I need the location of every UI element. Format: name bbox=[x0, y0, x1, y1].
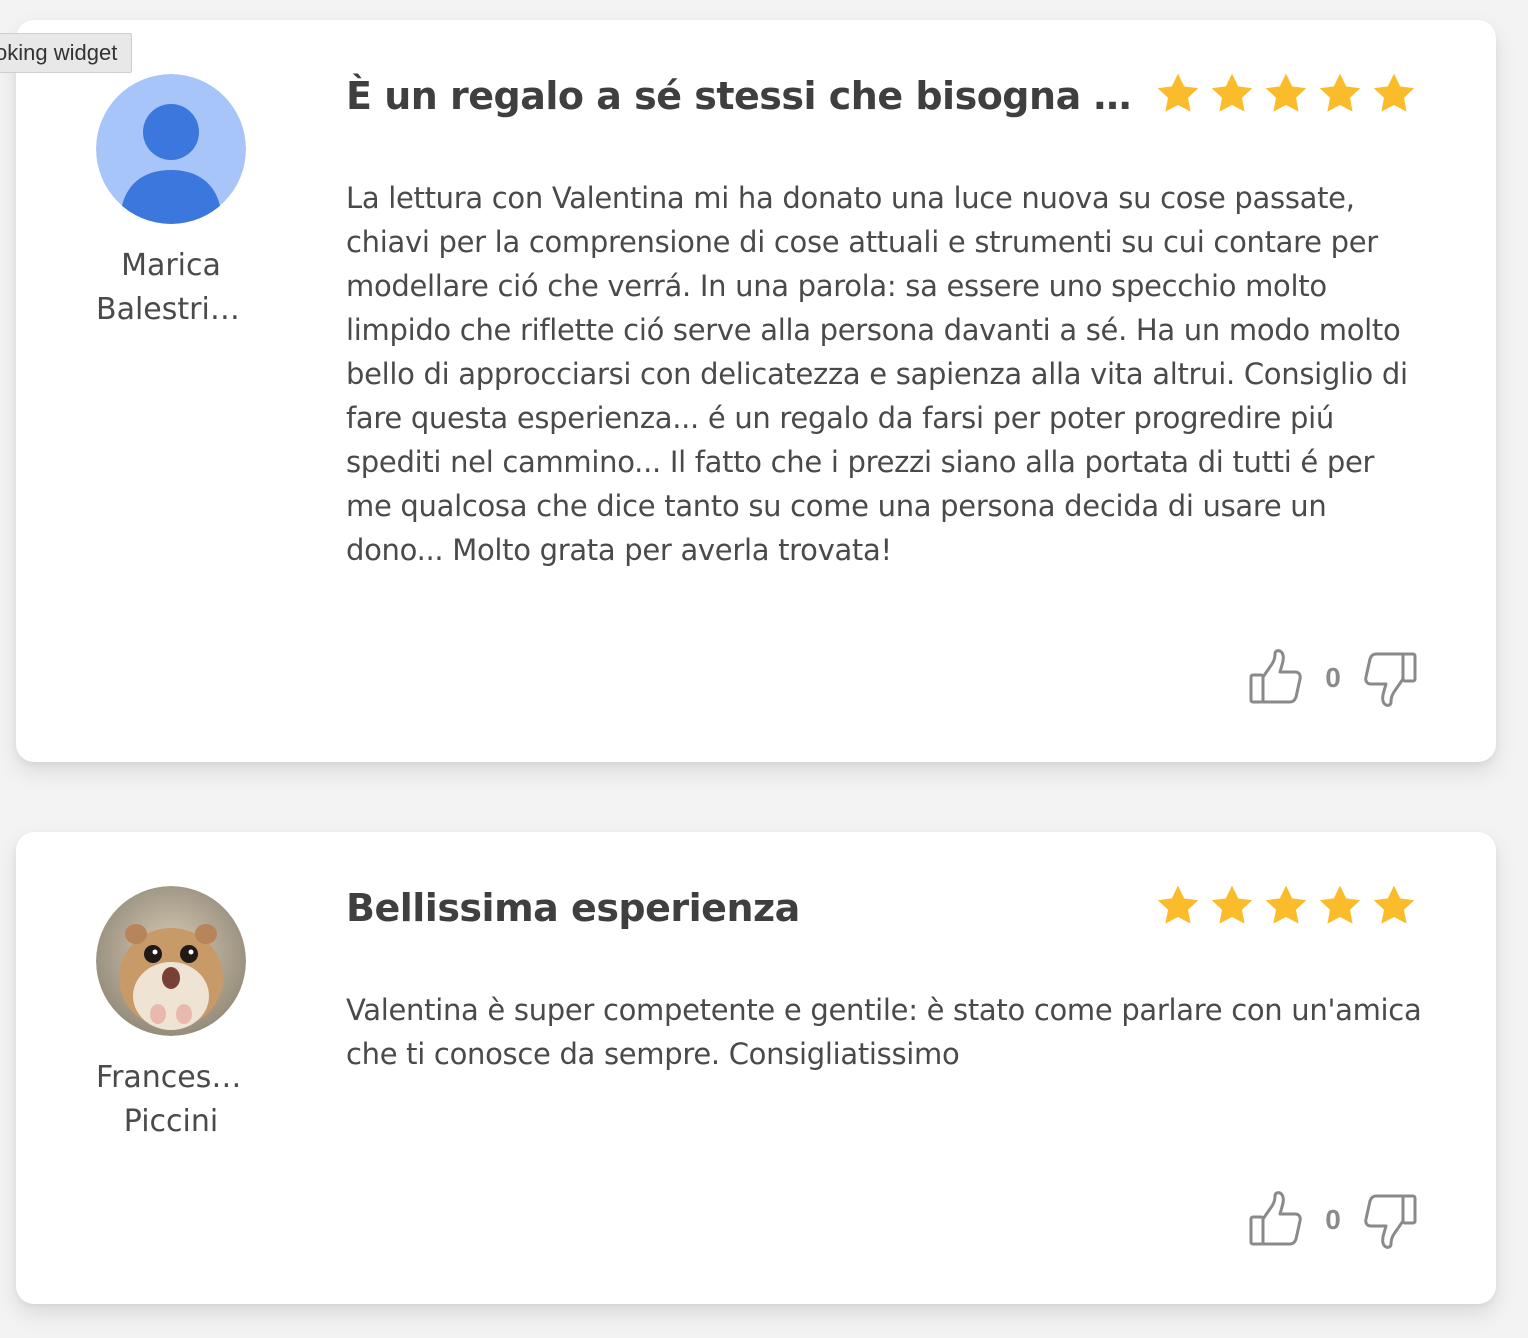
star-icon bbox=[1262, 70, 1310, 118]
thumbs-up-icon[interactable] bbox=[1248, 648, 1304, 708]
review-author: Marica Balestrieri bbox=[96, 74, 246, 332]
avatar bbox=[96, 886, 246, 1036]
author-first-name: Francesc... bbox=[96, 1060, 246, 1095]
star-rating bbox=[1154, 882, 1418, 930]
review-card: Marica Balestrieri È un regalo a sé stes… bbox=[16, 20, 1496, 762]
review-author: Francesc... Piccini bbox=[96, 886, 246, 1144]
star-icon bbox=[1316, 70, 1364, 118]
person-icon bbox=[96, 74, 246, 224]
hamster-avatar-icon bbox=[96, 886, 246, 1036]
review-card: Francesc... Piccini Bellissima esperienz… bbox=[16, 832, 1496, 1304]
vote-controls: 0 bbox=[1248, 648, 1418, 708]
star-icon bbox=[1154, 882, 1202, 930]
thumbs-down-icon[interactable] bbox=[1362, 648, 1418, 708]
tooltip-text: oking widget bbox=[0, 40, 118, 65]
author-last-name: Balestrieri bbox=[96, 292, 246, 327]
star-icon bbox=[1370, 882, 1418, 930]
vote-count: 0 bbox=[1325, 1204, 1341, 1235]
star-icon bbox=[1370, 70, 1418, 118]
review-body: La lettura con Valentina mi ha donato un… bbox=[346, 181, 1408, 567]
author-name: Francesc... Piccini bbox=[96, 1056, 246, 1144]
author-name: Marica Balestrieri bbox=[96, 244, 246, 332]
star-icon bbox=[1316, 882, 1364, 930]
author-first-name: Marica bbox=[121, 248, 221, 283]
thumbs-down-icon[interactable] bbox=[1362, 1190, 1418, 1250]
review-title: Bellissima esperienza bbox=[346, 886, 800, 930]
avatar bbox=[96, 74, 246, 224]
star-rating bbox=[1154, 70, 1418, 118]
star-icon bbox=[1208, 882, 1256, 930]
star-icon bbox=[1208, 70, 1256, 118]
vote-controls: 0 bbox=[1248, 1190, 1418, 1250]
author-last-name: Piccini bbox=[123, 1104, 219, 1139]
tooltip: oking widget bbox=[0, 33, 133, 73]
thumbs-up-icon[interactable] bbox=[1248, 1190, 1304, 1250]
star-icon bbox=[1262, 882, 1310, 930]
vote-count: 0 bbox=[1325, 662, 1341, 693]
review-body: Valentina è super competente e gentile: … bbox=[346, 993, 1422, 1071]
star-icon bbox=[1154, 70, 1202, 118]
review-title: È un regalo a sé stessi che bisogna fars… bbox=[346, 74, 1136, 118]
reviews-page: oking widget Marica Balestrieri È un reg… bbox=[0, 0, 1528, 1338]
